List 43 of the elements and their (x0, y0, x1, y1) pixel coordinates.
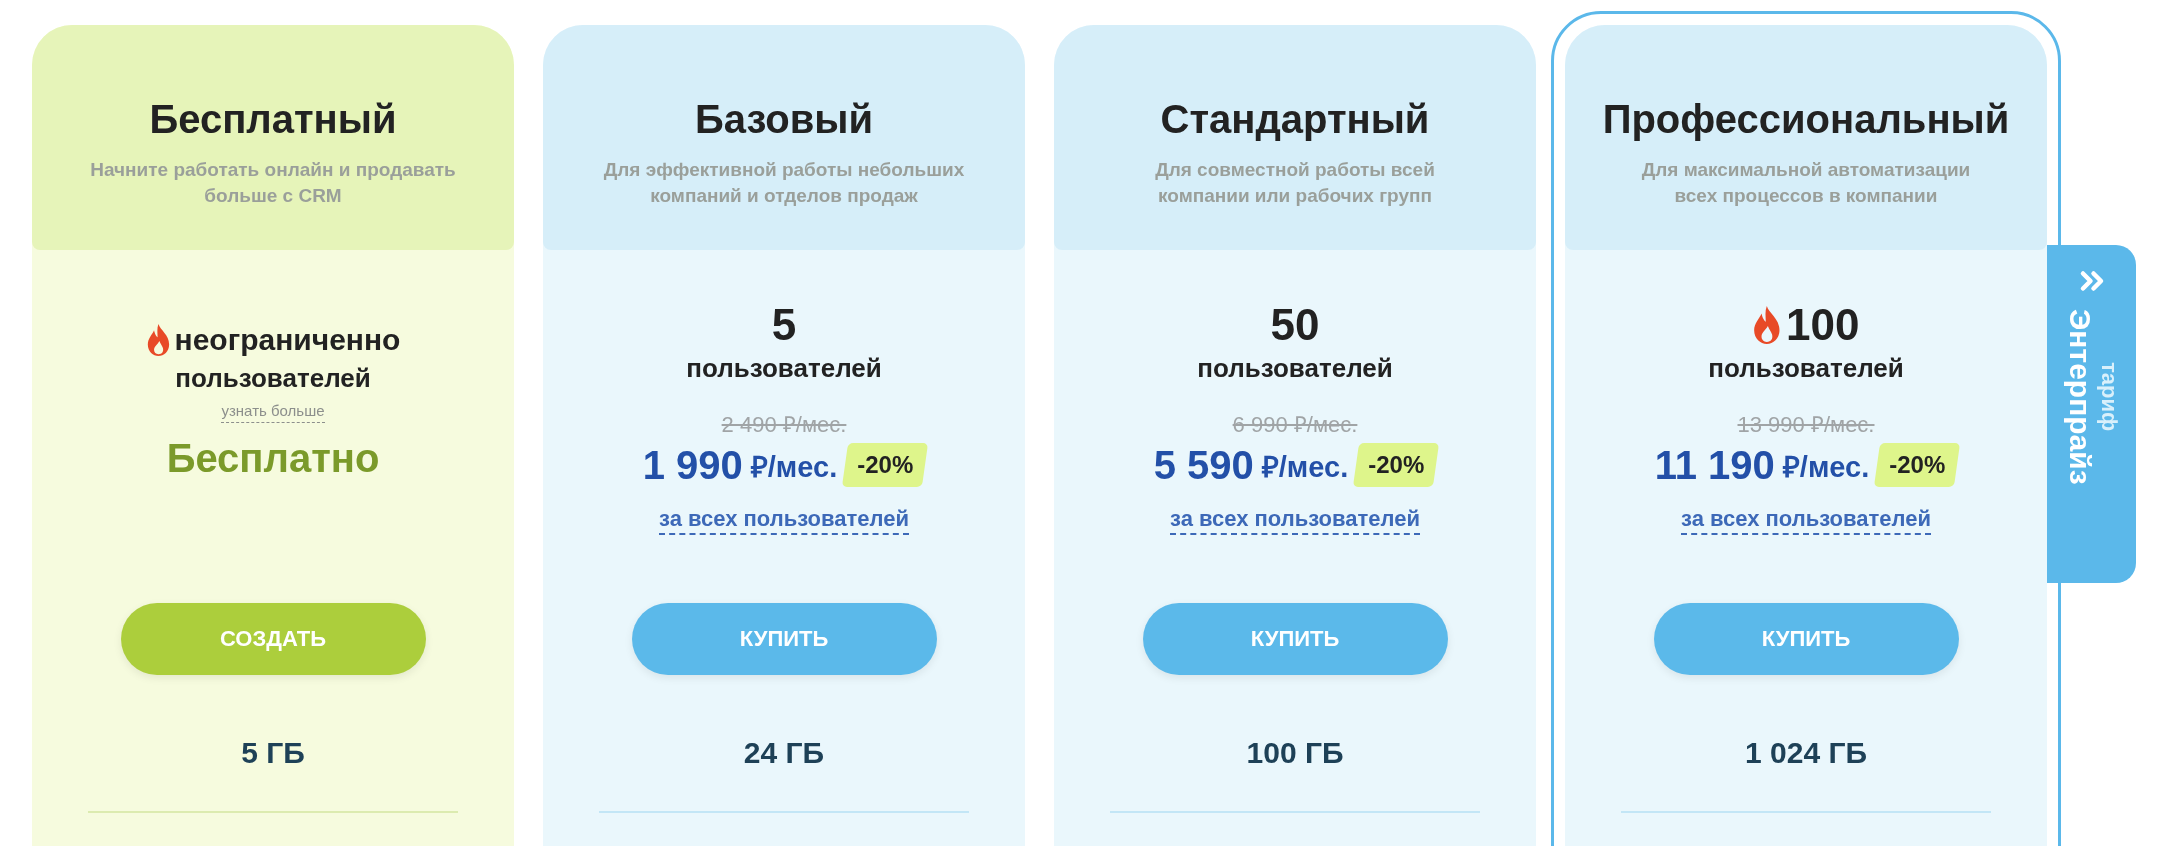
learn-more-link[interactable]: узнать больше (221, 400, 325, 423)
buy-button[interactable]: КУПИТЬ (1653, 603, 1959, 675)
discount-badge: -20% (1356, 443, 1437, 487)
user-count: 100 (1786, 300, 1860, 350)
price: 5 590 (1153, 442, 1254, 488)
plan-title: Бесплатный (149, 96, 397, 143)
all-users-link[interactable]: за всех пользователей (1681, 505, 1931, 535)
buy-button[interactable]: КУПИТЬ (631, 603, 937, 675)
users-label: пользователей (1708, 352, 1904, 385)
user-count: 5 (771, 300, 797, 350)
plan-title: Профессиональный (1602, 96, 2010, 143)
storage-amount: 5 ГБ (241, 735, 305, 771)
all-users-link[interactable]: за всех пользователей (1170, 505, 1420, 535)
user-count: 50 (1270, 300, 1320, 350)
plan-title: Базовый (694, 96, 874, 143)
old-price: 13 990 ₽/мес. (1737, 411, 1875, 439)
plan-description: Для совместной работы всей компании или рабочих групп (1154, 158, 1436, 208)
discount-badge: -20% (845, 443, 926, 487)
price-unit: ₽/мес. (1261, 449, 1349, 485)
plan-title: Стандартный (1160, 96, 1430, 143)
user-count: неограниченно (174, 322, 401, 358)
old-price: 2 490 ₽/мес. (721, 411, 847, 439)
create-button[interactable]: СОЗДАТЬ (120, 603, 426, 675)
price: Бесплатно (166, 435, 380, 482)
flame-icon (145, 324, 171, 356)
price-unit: ₽/мес. (750, 449, 838, 485)
plan-description: Для эффективной работы небольших компаний и отделов продаж (602, 158, 966, 208)
users-label: пользователей (175, 362, 371, 395)
storage-amount: 1 024 ГБ (1745, 735, 1867, 771)
price-unit: ₽/мес. (1782, 449, 1870, 485)
old-price: 6 990 ₽/мес. (1232, 411, 1358, 439)
users-label: пользователей (686, 352, 882, 385)
storage-amount: 24 ГБ (743, 735, 825, 771)
storage-amount: 100 ГБ (1246, 735, 1344, 771)
price: 1 990 (642, 442, 743, 488)
plan-description: Начните работать онлайн и продавать больше с CRM (89, 158, 457, 208)
buy-button[interactable]: КУПИТЬ (1142, 603, 1448, 675)
all-users-link[interactable]: за всех пользователей (659, 505, 909, 535)
enterprise-tab[interactable]: тариф Энтерпрайз (2047, 245, 2136, 583)
users-label: пользователей (1197, 352, 1393, 385)
price: 11 190 (1654, 442, 1775, 488)
plan-description: Для максимальной автоматизации всех процессов в компании (1640, 158, 1972, 208)
discount-badge: -20% (1877, 443, 1958, 487)
